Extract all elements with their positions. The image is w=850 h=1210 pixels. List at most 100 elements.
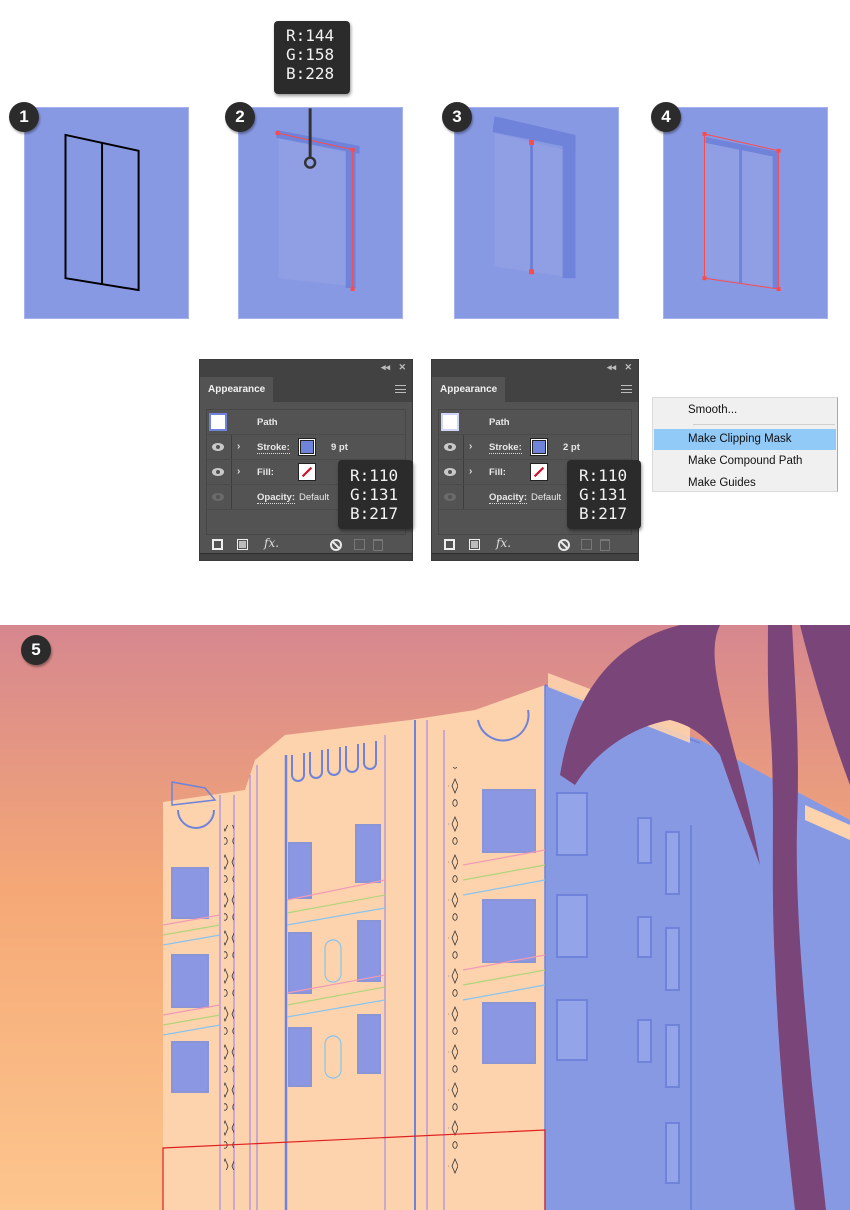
panel-menu-icon[interactable] xyxy=(395,385,406,393)
no-fill-slash-icon xyxy=(301,466,313,478)
panel-titlebar: ◂◂ ✕ xyxy=(200,360,412,377)
fill-none-swatch[interactable] xyxy=(298,463,316,481)
tab-appearance[interactable]: Appearance xyxy=(432,377,505,402)
close-panel-button[interactable]: ✕ xyxy=(624,362,632,373)
window-outline-drawing xyxy=(64,133,140,292)
duplicate-item-icon[interactable] xyxy=(354,539,365,550)
path-row[interactable]: Path xyxy=(439,410,631,435)
anchor-point xyxy=(776,287,781,292)
stroke-row[interactable]: › Stroke: 2 pt xyxy=(439,435,631,460)
menu-divider xyxy=(693,424,835,425)
eye-icon[interactable] xyxy=(444,468,456,476)
window-side-frame xyxy=(562,134,576,279)
anchor-point xyxy=(275,131,280,135)
anchor-point xyxy=(776,148,781,153)
path-thumbnail xyxy=(441,413,459,431)
opacity-label[interactable]: Opacity: xyxy=(489,492,528,504)
frame-selection-drawing xyxy=(702,131,781,292)
panel-bottom-toolbar: fx. xyxy=(200,536,412,554)
stroke-row[interactable]: › Stroke: 9 pt xyxy=(207,435,405,460)
panel-tab-row: Appearance xyxy=(432,377,638,402)
step-badge-4: 4 xyxy=(651,102,681,132)
color-readout-g: G:158 xyxy=(286,45,335,64)
panel-bottom-toolbar: fx. xyxy=(432,536,638,554)
window-side-frame xyxy=(772,152,779,289)
opacity-label[interactable]: Opacity: xyxy=(257,492,296,504)
color-readout-g: G:131 xyxy=(350,485,399,504)
add-new-fill-icon[interactable] xyxy=(469,539,480,550)
path-thumbnail xyxy=(209,413,227,431)
anchor-point xyxy=(350,287,355,292)
step-badge-1: 1 xyxy=(9,102,39,132)
anchor-point xyxy=(529,139,535,145)
clear-appearance-icon[interactable] xyxy=(330,539,342,551)
color-readout-r: R:110 xyxy=(579,466,628,485)
menu-item-make-compound-path[interactable]: Make Compound Path xyxy=(654,451,836,472)
anchor-point xyxy=(702,131,707,136)
stroke-weight-value[interactable]: 2 pt xyxy=(563,442,580,453)
stroke-weight-value[interactable]: 9 pt xyxy=(331,442,348,453)
add-effect-icon[interactable]: fx. xyxy=(264,536,279,550)
collapse-panel-button[interactable]: ◂◂ xyxy=(381,362,390,373)
path-row[interactable]: Path xyxy=(207,410,405,435)
clear-appearance-icon[interactable] xyxy=(558,539,570,551)
deco-ornament-strip-left xyxy=(224,825,234,1170)
duplicate-item-icon[interactable] xyxy=(581,539,592,550)
window-side-stroke xyxy=(345,149,356,289)
fill-label[interactable]: Fill: xyxy=(489,467,506,478)
eye-icon[interactable] xyxy=(444,493,456,501)
eye-icon[interactable] xyxy=(212,443,224,451)
stroke-label[interactable]: Stroke: xyxy=(257,442,290,454)
collapse-panel-button[interactable]: ◂◂ xyxy=(607,362,616,373)
anchor-point xyxy=(350,147,355,152)
panel-footer xyxy=(200,553,412,560)
fill-none-swatch[interactable] xyxy=(530,463,548,481)
eye-icon[interactable] xyxy=(212,493,224,501)
mullion-selection-drawing xyxy=(492,116,576,279)
step-3-canvas xyxy=(454,107,619,319)
menu-item-make-clipping-mask[interactable]: Make Clipping Mask xyxy=(654,429,836,450)
stroke-label[interactable]: Stroke: xyxy=(489,442,522,454)
menu-item-make-guides[interactable]: Make Guides xyxy=(654,473,836,494)
menu-item-smooth[interactable]: Smooth... xyxy=(654,400,836,421)
no-fill-slash-icon xyxy=(533,466,545,478)
step-4-canvas xyxy=(663,107,828,319)
chevron-right-icon[interactable]: › xyxy=(237,466,240,477)
step-1-canvas xyxy=(24,107,189,319)
panel-tab-row: Appearance xyxy=(200,377,412,402)
art-deco-building-scene xyxy=(0,625,850,1210)
color-readout-g: G:131 xyxy=(579,485,628,504)
color-readout-r: R:110 xyxy=(350,466,399,485)
opacity-value: Default xyxy=(299,492,330,503)
color-readout-b: B:228 xyxy=(286,64,335,83)
panel-menu-icon[interactable] xyxy=(621,385,632,393)
color-readout-b: B:217 xyxy=(350,504,399,523)
eye-icon[interactable] xyxy=(444,443,456,451)
eye-icon[interactable] xyxy=(212,468,224,476)
stroke-swatch[interactable] xyxy=(298,438,316,456)
opacity-value: Default xyxy=(531,492,562,503)
anchor-point xyxy=(702,276,707,281)
add-new-stroke-icon[interactable] xyxy=(212,539,223,550)
chevron-right-icon[interactable]: › xyxy=(469,466,472,477)
add-effect-icon[interactable]: fx. xyxy=(496,536,511,550)
step-5-illustration: 5 xyxy=(0,625,850,1210)
close-panel-button[interactable]: ✕ xyxy=(398,362,406,373)
panel-titlebar: ◂◂ ✕ xyxy=(432,360,638,377)
delete-item-icon[interactable] xyxy=(600,539,610,551)
chevron-right-icon[interactable]: › xyxy=(469,441,472,452)
add-new-stroke-icon[interactable] xyxy=(444,539,455,550)
add-new-fill-icon[interactable] xyxy=(237,539,248,550)
object-type-label: Path xyxy=(489,417,510,428)
step-2-canvas xyxy=(238,107,403,319)
panel-footer xyxy=(432,553,638,560)
fill-label[interactable]: Fill: xyxy=(257,467,274,478)
deco-ornament-strip-right xyxy=(448,767,458,1175)
stroke-color-readout-tooltip-1: R:110 G:131 B:217 xyxy=(338,460,413,529)
step-badge-3: 3 xyxy=(442,102,472,132)
chevron-right-icon[interactable]: › xyxy=(237,441,240,452)
color-readout-tooltip: R:144 G:158 B:228 xyxy=(274,21,350,94)
delete-item-icon[interactable] xyxy=(373,539,383,551)
tab-appearance[interactable]: Appearance xyxy=(200,377,273,402)
stroke-swatch[interactable] xyxy=(530,438,548,456)
